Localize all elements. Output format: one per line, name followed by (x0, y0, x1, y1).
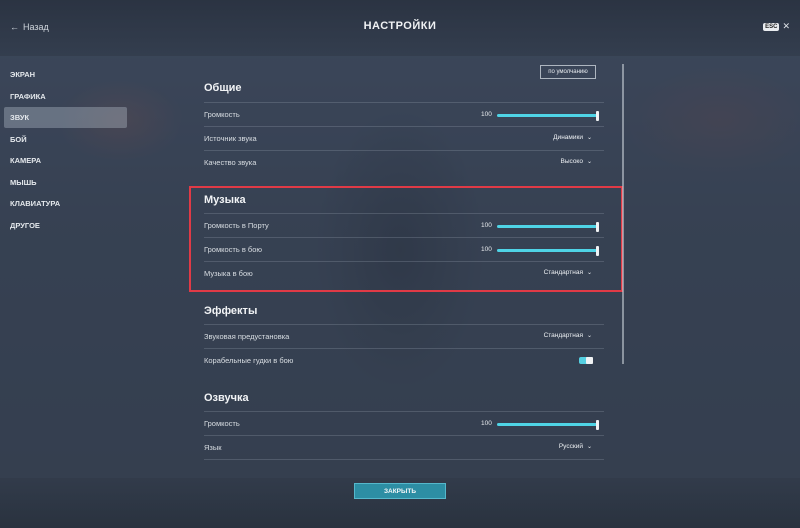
sidebar-item-other[interactable]: ДРУГОЕ (4, 215, 127, 236)
setting-label: Громкость (204, 419, 240, 428)
sidebar-item-keyboard[interactable]: КЛАВИАТУРА (4, 193, 127, 214)
setting-label: Язык (204, 443, 222, 452)
sidebar-item-screen[interactable]: ЭКРАН (4, 64, 127, 85)
voice-volume-slider[interactable] (497, 419, 599, 430)
esc-close-button[interactable]: ESC ✕ (763, 21, 790, 32)
esc-key-badge: ESC (763, 22, 780, 31)
language-dropdown[interactable]: Русский ⌄ (559, 443, 592, 450)
sound-preset-dropdown[interactable]: Стандартная ⌄ (544, 332, 592, 339)
sidebar-item-camera[interactable]: КАМЕРА (4, 150, 127, 171)
page-title: НАСТРОЙКИ (363, 20, 437, 32)
setting-row-general-volume: Громкость 100 (204, 102, 604, 127)
sidebar-item-battle[interactable]: БОЙ (4, 129, 127, 150)
chevron-down-icon: ⌄ (586, 159, 592, 165)
section-title-effects: Эффекты (204, 305, 258, 317)
setting-label: Источник звука (204, 134, 257, 143)
setting-label: Громкость (204, 110, 240, 119)
music-section-highlight (189, 186, 623, 292)
slider-handle[interactable] (596, 110, 599, 121)
setting-row-sound-quality: Качество звука Высоко ⌄ (204, 150, 604, 175)
chevron-down-icon: ⌄ (586, 444, 592, 450)
dropdown-value: Русский (558, 443, 583, 450)
dropdown-value: Динамики (553, 134, 583, 141)
chevron-down-icon: ⌄ (586, 135, 592, 141)
restore-defaults-button[interactable]: по умолчанию (540, 65, 596, 79)
ship-horns-toggle[interactable] (579, 357, 593, 364)
section-title-voice: Озвучка (204, 392, 249, 404)
setting-row-language: Язык Русский ⌄ (204, 435, 604, 460)
chevron-down-icon: ⌄ (586, 333, 592, 339)
setting-row-partial (204, 459, 604, 477)
header-bar: ← Назад НАСТРОЙКИ ESC ✕ (0, 0, 800, 56)
sound-quality-dropdown[interactable]: Высоко ⌄ (560, 158, 592, 165)
slider-handle[interactable] (596, 419, 599, 430)
dropdown-value: Стандартная (543, 332, 583, 339)
setting-label: Звуковая предустановка (204, 332, 290, 341)
settings-scrollbar[interactable] (622, 64, 624, 364)
toggle-knob (586, 357, 593, 364)
sidebar-item-mouse[interactable]: МЫШЬ (4, 172, 127, 193)
volume-value: 100 (481, 111, 492, 118)
volume-value: 100 (481, 420, 492, 427)
setting-row-voice-volume: Громкость 100 (204, 411, 604, 436)
settings-sidebar: ЭКРАН ГРАФИКА ЗВУК БОЙ КАМЕРА МЫШЬ КЛАВИ… (4, 64, 127, 236)
setting-row-ship-horns: Корабельные гудки в бою (204, 348, 604, 373)
setting-row-sound-preset: Звуковая предустановка Стандартная ⌄ (204, 324, 604, 349)
section-title-general: Общие (204, 82, 242, 94)
close-icon: ✕ (782, 21, 790, 31)
general-volume-slider[interactable] (497, 110, 599, 121)
dropdown-value: Высоко (560, 158, 583, 165)
close-button[interactable]: ЗАКРЫТЬ (354, 483, 446, 499)
setting-label: Качество звука (204, 158, 257, 167)
sound-source-dropdown[interactable]: Динамики ⌄ (553, 134, 592, 141)
setting-label: Корабельные гудки в бою (204, 356, 294, 365)
setting-row-sound-source: Источник звука Динамики ⌄ (204, 126, 604, 151)
sidebar-item-sound[interactable]: ЗВУК (4, 107, 127, 128)
sidebar-item-graphics[interactable]: ГРАФИКА (4, 86, 127, 107)
